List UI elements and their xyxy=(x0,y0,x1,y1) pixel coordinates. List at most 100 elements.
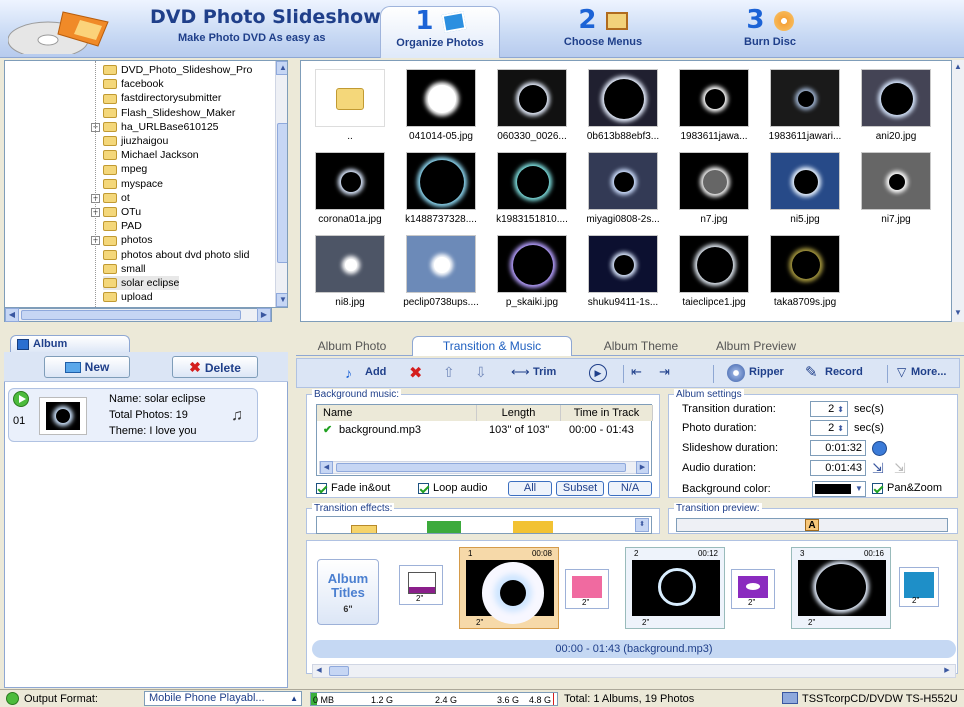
photo-item[interactable]: corona01a.jpg xyxy=(305,148,395,232)
scroll-thumb[interactable] xyxy=(336,463,626,472)
tree-folder-item[interactable]: solar eclipse xyxy=(103,276,180,290)
move-down-icon[interactable]: ⇩ xyxy=(475,364,487,381)
step-burn-disc[interactable]: 3 Burn Disc xyxy=(730,6,810,50)
play-music-icon[interactable]: ▶ xyxy=(589,364,607,382)
record-button[interactable]: Record xyxy=(825,366,863,378)
scroll-icon[interactable]: ⬍ xyxy=(635,518,649,532)
scroll-up-icon[interactable]: ▲ xyxy=(954,62,962,71)
tree-folder-item[interactable]: ot xyxy=(103,191,130,205)
move-up-icon[interactable]: ⇧ xyxy=(443,364,455,381)
scroll-left-icon[interactable]: ◀ xyxy=(313,665,325,677)
tree-folder-item[interactable]: PAD xyxy=(103,219,142,233)
dropdown-arrow-icon[interactable]: ▲ xyxy=(290,692,298,705)
scroll-thumb[interactable] xyxy=(329,666,349,676)
play-icon[interactable] xyxy=(13,391,29,407)
grid-vertical-scrollbar[interactable]: ▲ ▼ xyxy=(952,60,964,322)
refresh-icon[interactable] xyxy=(872,441,887,456)
all-button[interactable]: All xyxy=(508,481,552,496)
transition-thumb[interactable] xyxy=(351,525,377,533)
checkbox-icon[interactable] xyxy=(872,482,883,494)
photo-grid[interactable]: .. 041014-05.jpg 060330_0026... 0b613b88ebf… xyxy=(300,60,952,322)
photo-item[interactable]: miyagi0808-2s... xyxy=(578,148,668,232)
photo-duration-input[interactable]: 2 ⬍ xyxy=(810,420,848,436)
album-tab[interactable]: Album xyxy=(10,335,130,353)
add-music-icon[interactable]: ♪ xyxy=(345,365,352,381)
scroll-right-icon[interactable]: ▶ xyxy=(257,308,271,322)
tree-horizontal-scrollbar[interactable]: ◀ ▶ xyxy=(4,308,272,322)
photo-item[interactable]: 1983611jawa... xyxy=(669,65,759,149)
trim-button[interactable]: Trim xyxy=(533,366,556,378)
add-button[interactable]: Add xyxy=(365,366,386,378)
scroll-thumb[interactable] xyxy=(277,123,287,263)
photo-item[interactable]: 1983611jawari... xyxy=(760,65,850,149)
fit-photo-icon[interactable]: ⇲ xyxy=(894,460,906,477)
photo-item[interactable]: ni5.jpg xyxy=(760,148,850,232)
fit-audio-icon[interactable]: ⇲ xyxy=(872,460,884,477)
transition-card[interactable]: 2" xyxy=(399,565,443,605)
photo-item[interactable]: taieclipce1.jpg xyxy=(669,231,759,315)
ripper-button[interactable]: Ripper xyxy=(749,366,784,378)
photo-item[interactable]: ni8.jpg xyxy=(305,231,395,315)
timeline-scrollbar[interactable]: ◀ ▶ xyxy=(312,664,956,678)
delete-album-button[interactable]: ✖ Delete xyxy=(172,356,258,378)
fade-checkbox[interactable]: Fade in&out xyxy=(316,482,390,494)
dropdown-arrow-icon[interactable]: ▼ xyxy=(853,482,865,496)
volume-up-icon[interactable]: ⇥ xyxy=(659,364,670,380)
subset-button[interactable]: Subset xyxy=(556,481,604,496)
photo-item[interactable]: peclip0738ups.... xyxy=(396,231,486,315)
music-table[interactable]: Name Length Time in Track ✔ background.m… xyxy=(316,404,653,476)
photo-item[interactable]: 041014-05.jpg xyxy=(396,65,486,149)
transition-thumb[interactable] xyxy=(513,521,553,533)
photo-item[interactable]: n7.jpg xyxy=(669,148,759,232)
spinner-icon[interactable]: ⬍ xyxy=(837,424,844,433)
parent-folder-item[interactable]: .. xyxy=(305,65,395,149)
photo-item[interactable]: k1488737328.... xyxy=(396,148,486,232)
new-album-button[interactable]: New xyxy=(44,356,130,378)
scroll-right-icon[interactable]: ▶ xyxy=(636,461,649,474)
tree-folder-item[interactable]: ha_URLBase610125 xyxy=(103,120,219,134)
checkbox-icon[interactable] xyxy=(418,482,429,494)
tab-transition-music[interactable]: Transition & Music xyxy=(412,336,572,356)
scroll-up-icon[interactable]: ▲ xyxy=(276,61,287,75)
step-organize-photos[interactable]: 1 Organize Photos xyxy=(380,6,500,58)
timeline-music-bar[interactable]: 00:00 - 01:43 (background.mp3) xyxy=(312,640,956,658)
output-format-select[interactable]: Mobile Phone Playabl... ▲ xyxy=(144,691,302,706)
more-button[interactable]: More... xyxy=(911,366,946,378)
remove-icon[interactable]: ✖ xyxy=(409,363,422,383)
transition-card[interactable]: 2" xyxy=(899,567,939,607)
scroll-left-icon[interactable]: ◀ xyxy=(5,308,19,322)
photo-item[interactable]: ani20.jpg xyxy=(851,65,941,149)
photo-item[interactable]: 060330_0026... xyxy=(487,65,577,149)
slide-card[interactable]: 3 00:16 2" xyxy=(791,547,891,629)
scroll-thumb[interactable] xyxy=(21,310,241,320)
na-button[interactable]: N/A xyxy=(608,481,652,496)
column-header-length[interactable]: Length xyxy=(477,405,561,421)
scroll-down-icon[interactable]: ▼ xyxy=(276,293,287,307)
transition-effects-list[interactable]: ⬍ xyxy=(316,516,652,534)
tree-folder-item[interactable]: myspace xyxy=(103,177,163,191)
tree-folder-item[interactable]: OTu xyxy=(103,205,141,219)
photo-item[interactable]: taka8709s.jpg xyxy=(760,231,850,315)
album-titles-card[interactable]: Album Titles 6" xyxy=(317,559,379,625)
tree-folder-item[interactable]: mpeg xyxy=(103,162,147,176)
tree-folder-item[interactable]: small xyxy=(103,262,146,276)
column-header-time[interactable]: Time in Track xyxy=(561,405,653,421)
photo-item[interactable]: k1983151810.... xyxy=(487,148,577,232)
tree-vertical-scrollbar[interactable]: ▲ ▼ xyxy=(275,61,287,307)
slide-card[interactable]: 2 00:12 2" xyxy=(625,547,725,629)
tree-folder-item[interactable]: photos xyxy=(103,233,153,247)
transition-card[interactable]: 2" xyxy=(731,569,775,609)
slide-card[interactable]: 1 00:08 2" xyxy=(459,547,559,629)
loop-checkbox[interactable]: Loop audio xyxy=(418,482,487,494)
column-header-name[interactable]: Name xyxy=(317,405,477,421)
ripper-icon[interactable] xyxy=(727,364,745,382)
record-icon[interactable]: ✎ xyxy=(805,363,818,381)
photo-item[interactable]: 0b613b88ebf3... xyxy=(578,65,668,149)
trim-icon[interactable]: ⟷ xyxy=(511,364,530,380)
tree-folder-item[interactable]: fastdirectorysubmitter xyxy=(103,91,221,105)
tab-album-preview[interactable]: Album Preview xyxy=(706,336,806,356)
music-table-scrollbar[interactable]: ◀ ▶ xyxy=(319,461,649,474)
tree-folder-item[interactable]: facebook xyxy=(103,77,164,91)
tree-folder-item[interactable]: upload xyxy=(103,290,153,304)
volume-down-icon[interactable]: ⇤ xyxy=(631,364,642,380)
